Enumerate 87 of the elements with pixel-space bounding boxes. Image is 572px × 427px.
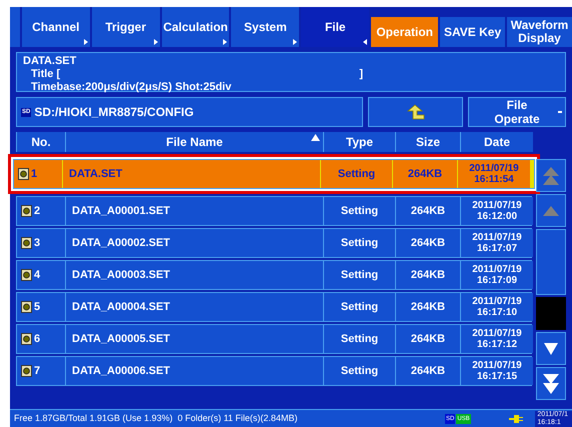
down-arrow-icon [544, 342, 558, 354]
scroll-up-button[interactable] [536, 194, 566, 227]
row-number: 6 [34, 332, 40, 347]
info-timebase: Timebase:200μs/div(2μs/S) Shot:25div [30, 81, 232, 94]
column-header[interactable]: File Name [66, 132, 323, 152]
menu-tab[interactable]: System [231, 7, 300, 47]
file-icon [21, 333, 32, 345]
table-cell[interactable]: DATA_A00001.SET [66, 197, 323, 225]
right-caret-icon [84, 39, 88, 45]
up-arrow-icon [406, 104, 426, 120]
table-cell[interactable]: 2011/07/19 16:17:10 [461, 293, 533, 321]
table-cell[interactable]: 264KB [396, 197, 460, 225]
table-cell[interactable]: Setting [324, 261, 395, 289]
scroll-down-button[interactable] [536, 332, 566, 365]
menu-tab[interactable]: File [301, 7, 370, 47]
table-cell[interactable]: DATA_A00002.SET [66, 229, 323, 257]
table-cell[interactable]: 2011/07/19 16:11:54 [458, 160, 530, 188]
file-icon [21, 237, 32, 249]
page-down-button[interactable] [536, 367, 566, 400]
row-number: 3 [34, 236, 40, 251]
column-header[interactable]: No. [17, 132, 65, 152]
table-cell[interactable]: Setting [324, 293, 395, 321]
table-cell[interactable]: 2011/07/19 16:17:15 [461, 357, 533, 385]
table-cell[interactable]: 5 [17, 293, 65, 321]
path-text: SD:/HIOKI_MR8875/CONFIG [34, 104, 194, 121]
table-cell[interactable]: 7 [17, 357, 65, 385]
right-caret-icon [293, 39, 298, 45]
file-operate-button[interactable]: File Operate [468, 97, 566, 127]
info-title: Title [ [31, 68, 60, 81]
table-cell[interactable]: 3 [17, 229, 65, 257]
table-cell[interactable]: 264KB [396, 325, 460, 353]
row-number: 4 [34, 268, 40, 283]
column-header[interactable]: Type [324, 132, 395, 152]
parent-folder-button[interactable] [368, 97, 463, 127]
table-cell[interactable]: DATA_A00003.SET [66, 261, 323, 289]
table-cell[interactable]: Setting [324, 357, 395, 385]
right-caret-icon [223, 39, 228, 45]
sub-tab[interactable]: SAVE Key [440, 17, 506, 47]
table-cell[interactable]: DATA.SET [63, 160, 320, 188]
storage-status: Free 1.87GB/Total 1.91GB (Use 1.93%) 0 Folder(s) 11 File(s)(2.84MB) [13, 412, 298, 425]
column-header[interactable]: Size [396, 132, 460, 152]
left-caret-icon [363, 39, 368, 45]
menu-tab[interactable]: Calculation [162, 7, 230, 47]
double-down-arrow-icon [543, 374, 559, 394]
page-up-button[interactable] [536, 159, 566, 192]
table-cell[interactable]: Setting [324, 197, 395, 225]
file-icon [21, 205, 32, 217]
row-number: 1 [31, 166, 38, 182]
sort-ascending-icon [311, 134, 320, 141]
table-cell[interactable]: 264KB [396, 261, 460, 289]
table-cell[interactable]: 264KB [396, 293, 460, 321]
row-number: 2 [34, 204, 40, 219]
table-cell[interactable]: 264KB [396, 357, 460, 385]
table-cell[interactable]: Setting [324, 325, 395, 353]
table-cell[interactable]: 2011/07/19 16:17:12 [461, 325, 533, 353]
table-cell[interactable]: Setting [324, 229, 395, 257]
table-cell[interactable]: 2011/07/19 16:12:00 [461, 197, 533, 225]
scrollbar-thumb[interactable] [536, 297, 566, 330]
row-number: 5 [34, 300, 40, 315]
menu-tab[interactable]: Channel [22, 7, 90, 47]
table-cell[interactable]: Setting [321, 160, 392, 188]
row-number: 7 [34, 364, 40, 379]
table-cell[interactable]: DATA_A00004.SET [66, 293, 323, 321]
table-cell[interactable]: DATA_A00006.SET [66, 357, 323, 385]
table-cell[interactable]: 4 [17, 261, 65, 289]
power-plug-icon [509, 414, 523, 424]
file-icon [21, 365, 32, 377]
menu-tab[interactable]: Trigger [92, 7, 160, 47]
up-arrow-icon [543, 206, 559, 216]
column-header[interactable]: Date [461, 132, 533, 152]
table-cell[interactable]: 2011/07/19 16:17:09 [461, 261, 533, 289]
table-cell[interactable]: 1 [14, 160, 62, 188]
scrollbar-track [536, 229, 566, 295]
file-icon [21, 301, 32, 313]
info-title-bracket: ] [359, 68, 363, 81]
sub-tab[interactable]: Waveform Display [507, 17, 572, 47]
table-cell[interactable]: DATA_A00005.SET [66, 325, 323, 353]
file-icon [18, 168, 29, 180]
table-cell[interactable]: 6 [17, 325, 65, 353]
table-cell[interactable]: 264KB [393, 160, 457, 188]
file-icon [21, 269, 32, 281]
right-caret-icon [154, 39, 158, 45]
double-up-arrow-icon [543, 166, 559, 184]
info-filename: DATA.SET [23, 55, 78, 68]
table-cell[interactable]: 264KB [396, 229, 460, 257]
table-cell[interactable]: 2 [17, 197, 65, 225]
table-cell[interactable]: 2011/07/19 16:17:07 [461, 229, 533, 257]
